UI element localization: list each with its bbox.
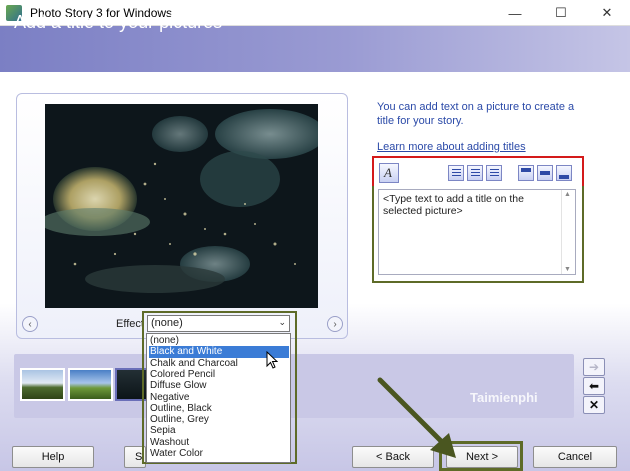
help-button[interactable]: Help	[12, 446, 94, 468]
learn-more-link[interactable]: Learn more about adding titles	[377, 141, 526, 153]
instructions-text: You can add text on a picture to create …	[377, 101, 575, 127]
position-bottom-button[interactable]	[556, 165, 572, 181]
effect-option[interactable]: Water Color	[149, 448, 289, 459]
next-button-highlight	[439, 441, 523, 471]
remove-picture-button[interactable]: ✕	[583, 396, 605, 414]
position-top-button[interactable]	[518, 165, 534, 181]
align-center-button[interactable]	[467, 165, 483, 181]
minimize-button[interactable]: —	[492, 0, 538, 26]
chevron-down-icon: ⌄	[278, 317, 286, 327]
align-left-icon	[452, 169, 461, 177]
back-button[interactable]: < Back	[352, 446, 434, 468]
align-center-icon	[471, 169, 480, 177]
effect-option[interactable]: Sepia	[149, 425, 289, 436]
effect-option[interactable]: Negative	[149, 392, 289, 403]
scroll-down-icon[interactable]: ▼	[564, 266, 571, 273]
previous-picture-button[interactable]: ‹	[22, 316, 38, 332]
close-button[interactable]: ✕	[584, 0, 630, 26]
font-button[interactable]: A	[379, 163, 399, 183]
filmstrip-thumbnail[interactable]	[20, 368, 65, 401]
effect-option[interactable]: Outline, Black	[149, 403, 289, 414]
next-picture-button[interactable]: ›	[327, 316, 343, 332]
text-scrollbar[interactable]: ▲ ▼	[561, 190, 575, 274]
effect-label: Effect	[116, 318, 144, 330]
move-right-button[interactable]: ➔	[583, 358, 605, 376]
title-text-input[interactable]: <Type text to add a title on the selecte…	[378, 189, 576, 275]
effect-option[interactable]: Washout	[149, 437, 289, 448]
watermark: Taimienphi	[470, 390, 538, 405]
maximize-button[interactable]: ☐	[538, 0, 584, 26]
cancel-button[interactable]: Cancel	[533, 446, 617, 468]
position-top-icon	[521, 168, 531, 172]
mouse-cursor-icon	[266, 351, 278, 369]
position-bottom-icon	[559, 175, 569, 179]
align-left-button[interactable]	[448, 165, 464, 181]
effect-option[interactable]: (none)	[149, 335, 289, 346]
effect-selected-value: (none)	[151, 317, 183, 329]
position-middle-button[interactable]	[537, 165, 553, 181]
position-middle-icon	[540, 171, 550, 175]
picture-preview	[45, 104, 318, 308]
font-icon: A	[384, 165, 392, 180]
effect-select[interactable]: (none) ⌄	[147, 315, 290, 332]
move-left-button[interactable]: ⬅	[583, 377, 605, 395]
align-right-icon	[490, 169, 499, 177]
page-title: Add a title to your pictures	[14, 12, 223, 32]
filmstrip-thumbnail[interactable]	[68, 368, 113, 401]
align-right-button[interactable]	[486, 165, 502, 181]
effect-option[interactable]: Colored Pencil	[149, 369, 289, 380]
effect-option[interactable]: Outline, Grey	[149, 414, 289, 425]
effect-option[interactable]: Diffuse Glow	[149, 380, 289, 391]
scroll-up-icon[interactable]: ▲	[564, 191, 571, 198]
